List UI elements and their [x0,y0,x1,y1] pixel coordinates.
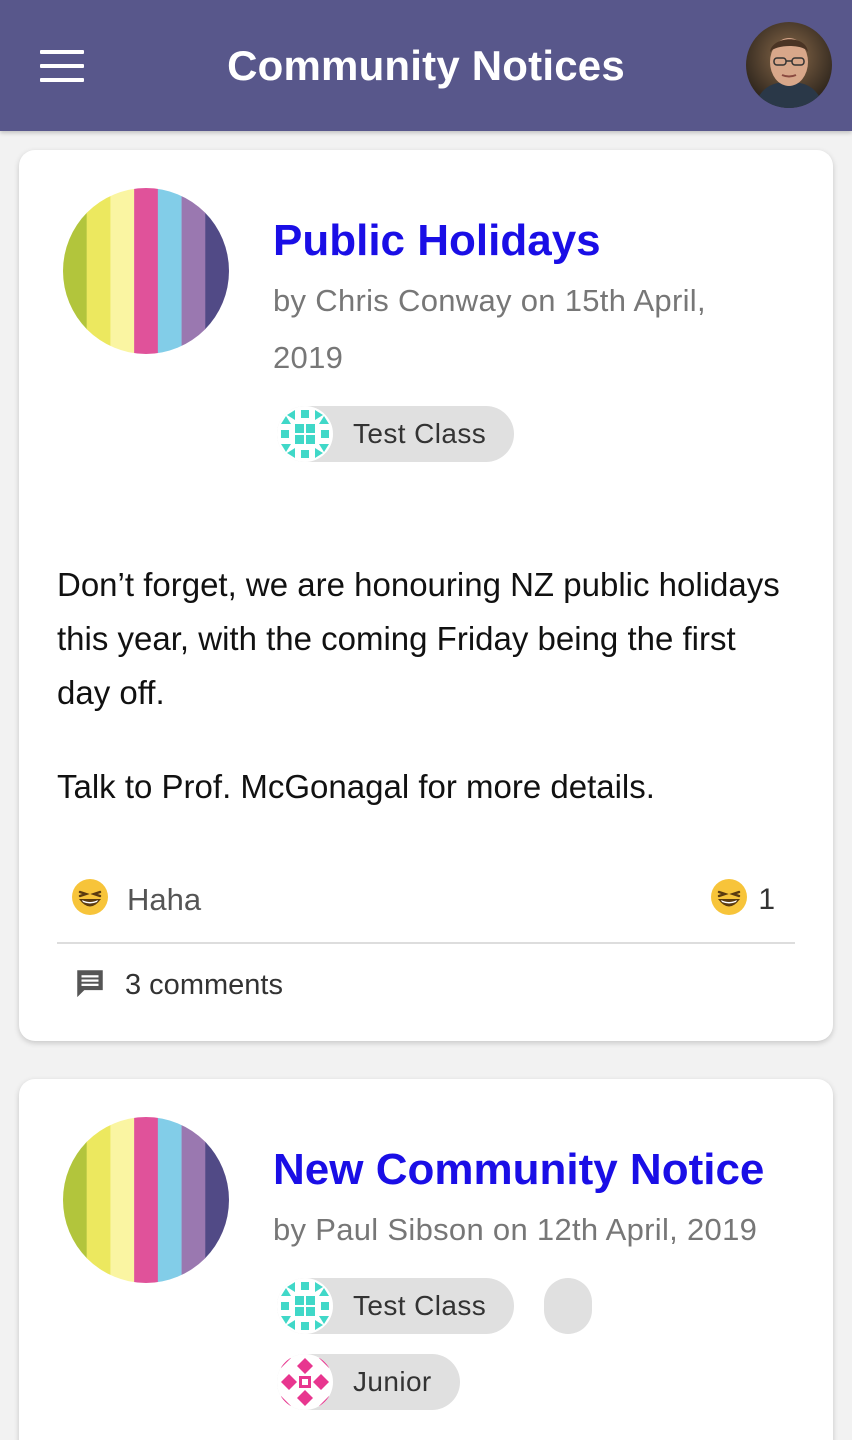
notice-byline: by Paul Sibson on 12th April, 2019 [273,1212,758,1247]
tag-chip-junior[interactable]: Junior [277,1354,460,1410]
tag-chip-label: Test Class [353,418,487,449]
divider [57,942,795,944]
laughing-emoji-icon [71,878,109,921]
comments-link[interactable]: 3 comments [73,966,283,1005]
comments-count-label: 3 comments [125,969,283,1001]
user-avatar[interactable] [746,22,832,108]
laughing-emoji-icon [710,878,748,921]
notice-title[interactable]: Public Holidays [273,216,601,266]
reaction-label: Haha [127,881,202,917]
notice-title[interactable]: New Community Notice [273,1145,764,1195]
test-class-pattern-icon [277,406,333,462]
tag-chip-test-class[interactable]: Test Class [277,406,515,462]
reaction-count: 1 [758,882,775,916]
tag-chip-empty[interactable] [544,1278,592,1334]
notice-stripes-icon [63,1117,229,1283]
test-class-pattern-icon [277,1278,333,1334]
tag-chip-label: Test Class [353,1290,487,1321]
reaction-summary[interactable]: 1 [710,878,775,921]
notice-body-paragraph: Talk to Prof. McGonagal for more details… [57,768,655,805]
notice-card[interactable]: New Community Notice by Paul Sibson on 1… [19,1079,833,1440]
hamburger-menu-icon[interactable] [40,50,84,82]
notice-stripes-icon [63,188,229,354]
comment-icon [73,966,107,1005]
app-bar: Community Notices [0,0,852,131]
notice-body-paragraph: Don’t forget, we are honouring NZ public… [57,566,780,711]
page-title: Community Notices [227,41,625,89]
notice-card[interactable]: Public Holidays by Chris Conway on 15th … [19,150,833,1041]
reaction-button[interactable]: Haha [71,878,201,921]
notice-byline: by Chris Conway on 15th April, 2019 [273,283,706,375]
tag-chip-label: Junior [353,1366,432,1397]
junior-pattern-icon [277,1354,333,1410]
tag-chip-test-class[interactable]: Test Class [277,1278,515,1334]
